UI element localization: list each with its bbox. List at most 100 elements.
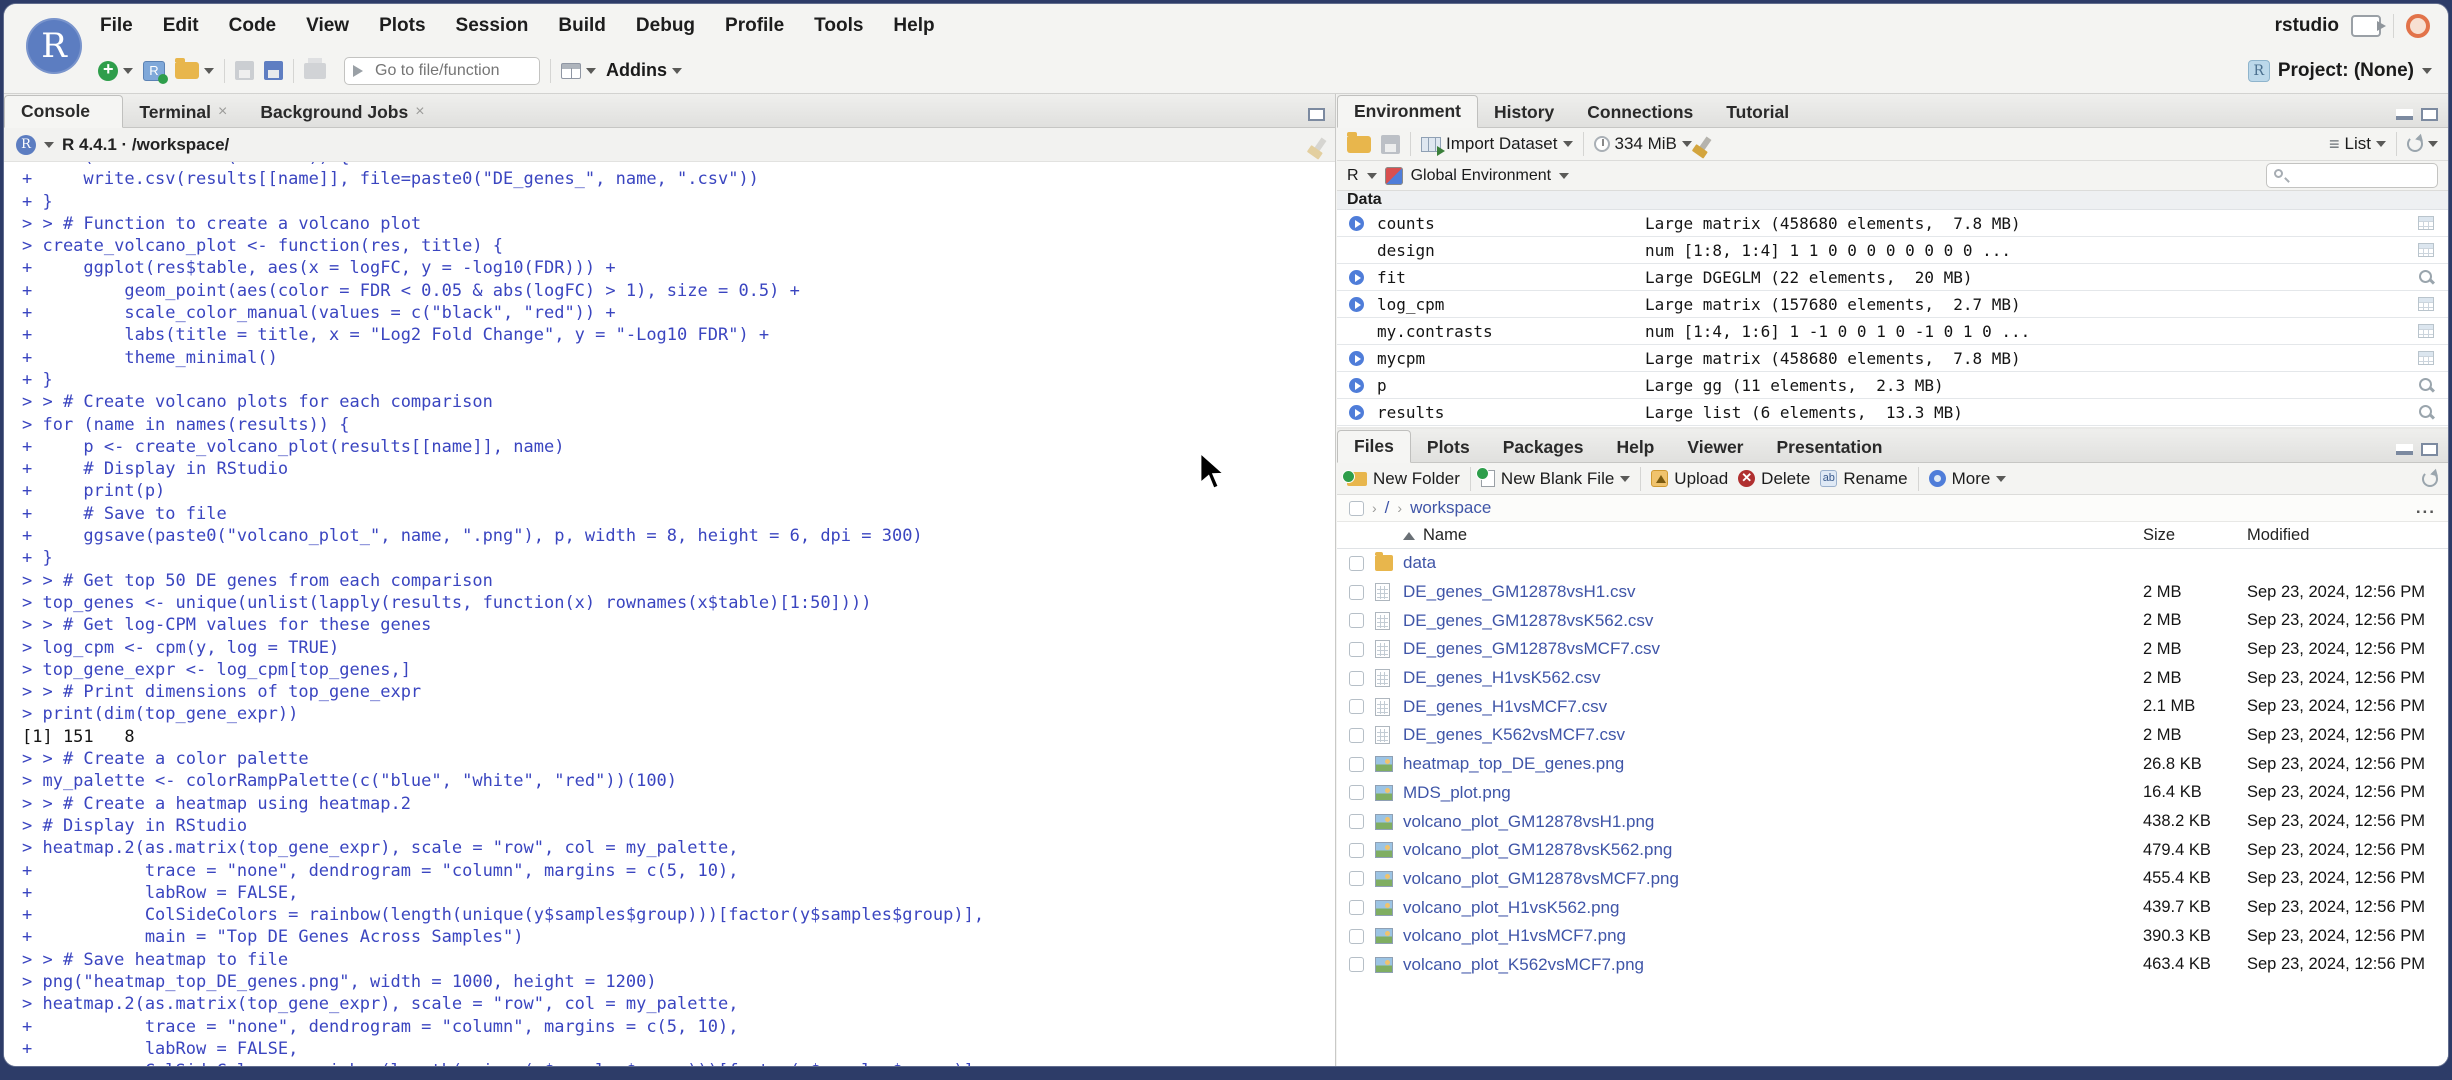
file-checkbox[interactable] [1349,900,1364,916]
chevron-down-icon[interactable] [1559,172,1570,179]
file-name-link[interactable]: volcano_plot_H1vsMCF7.png [1403,926,2143,946]
object-action-icon[interactable] [2418,351,2434,365]
new-file-button[interactable] [98,59,133,81]
console-tab[interactable]: Console × [4,95,124,128]
file-name-link[interactable]: DE_genes_GM12878vsK562.csv [1403,611,2143,631]
delete-button[interactable]: ✕ Delete [1738,469,1810,489]
expand-object-icon[interactable] [1349,296,1364,312]
environment-tab[interactable]: History [1478,97,1571,127]
load-workspace-icon[interactable] [1347,131,1371,153]
save-workspace-icon[interactable] [1381,134,1400,154]
environment-object-row[interactable]: my.contrasts num [1:4, 1:6] 1 -1 0 0 1 0… [1337,318,2448,345]
list-view-button[interactable]: ≡ List [2329,134,2386,155]
menu-item[interactable]: Help [893,15,934,37]
menu-item[interactable]: View [306,15,349,37]
project-selector[interactable]: R Project: (None) [2247,59,2432,82]
file-name-link[interactable]: MDS_plot.png [1403,783,2143,803]
object-action-icon[interactable] [2418,243,2434,257]
object-action-icon[interactable] [2418,324,2434,338]
clear-environment-icon[interactable] [1698,136,1712,152]
menu-item[interactable]: File [100,15,133,37]
file-checkbox[interactable] [1349,584,1364,600]
environment-tab[interactable]: Environment [1337,95,1478,128]
file-name-link[interactable]: data [1403,553,2143,573]
suspend-session-icon[interactable] [2406,14,2430,38]
breadcrumb-folder[interactable]: workspace [1410,498,1491,518]
file-name-link[interactable]: volcano_plot_H1vsK562.png [1403,898,2143,918]
file-checkbox[interactable] [1349,785,1364,801]
breadcrumb-root[interactable]: / [1385,498,1390,518]
refresh-environment-button[interactable] [2407,136,2438,152]
environment-object-row[interactable]: p Large gg (11 elements, 2.3 MB) [1337,372,2448,399]
expand-object-icon[interactable] [1349,404,1364,420]
file-row[interactable]: DE_genes_GM12878vsMCF7.csv 2 MB Sep 23, … [1337,635,2448,664]
file-row[interactable]: MDS_plot.png 16.4 KB Sep 23, 2024, 12:56… [1337,779,2448,808]
file-checkbox[interactable] [1349,641,1364,657]
minimize-panel-icon[interactable] [2396,109,2413,120]
signout-icon[interactable] [2351,15,2386,37]
object-action-icon[interactable] [2418,378,2434,392]
upload-button[interactable]: Upload [1651,469,1728,489]
column-size[interactable]: Size [2143,526,2247,545]
import-dataset-button[interactable]: Import Dataset [1421,134,1573,156]
file-name-link[interactable]: volcano_plot_K562vsMCF7.png [1403,955,2143,975]
object-action-icon[interactable] [2418,270,2434,284]
file-row[interactable]: volcano_plot_GM12878vsK562.png 479.4 KB … [1337,836,2448,865]
addins-button[interactable]: Addins [606,60,682,81]
console-tab[interactable]: Terminal × [123,97,244,127]
chevron-down-icon[interactable] [44,141,54,148]
more-button[interactable]: More [1928,469,2007,489]
column-modified[interactable]: Modified [2247,526,2448,545]
file-row[interactable]: volcano_plot_H1vsMCF7.png 390.3 KB Sep 2… [1337,922,2448,951]
files-tab[interactable]: Packages [1487,432,1601,462]
file-name-link[interactable]: volcano_plot_GM12878vsH1.png [1403,812,2143,832]
maximize-panel-icon[interactable] [2421,108,2438,121]
file-name-link[interactable]: volcano_plot_GM12878vsMCF7.png [1403,869,2143,889]
file-checkbox[interactable] [1349,928,1364,944]
environment-search-input[interactable] [2267,164,2437,187]
refresh-files-icon[interactable] [2422,470,2438,487]
file-row[interactable]: volcano_plot_K562vsMCF7.png 463.4 KB Sep… [1337,951,2448,980]
files-tab[interactable]: Files [1337,430,1411,463]
new-folder-button[interactable]: New Folder [1342,469,1460,489]
menu-item[interactable]: Profile [725,15,784,37]
environment-object-row[interactable]: fit Large DGEGLM (22 elements, 20 MB) [1337,264,2448,291]
file-name-link[interactable]: heatmap_top_DE_genes.png [1403,754,2143,774]
file-row[interactable]: volcano_plot_GM12878vsMCF7.png 455.4 KB … [1337,865,2448,894]
menu-item[interactable]: Build [558,15,606,37]
memory-usage-button[interactable]: 334 MiB [1593,134,1692,154]
file-checkbox[interactable] [1349,727,1364,743]
new-project-button[interactable]: R [143,60,168,84]
print-button[interactable] [304,57,326,79]
environment-tab[interactable]: Connections [1571,97,1710,127]
file-row[interactable]: DE_genes_K562vsMCF7.csv 2 MB Sep 23, 202… [1337,721,2448,750]
file-row[interactable]: data [1337,549,2448,578]
file-row[interactable]: DE_genes_GM12878vsH1.csv 2 MB Sep 23, 20… [1337,578,2448,607]
maximize-panel-icon[interactable] [1308,108,1325,121]
environment-object-row[interactable]: design num [1:8, 1:4] 1 1 0 0 0 0 0 0 0 … [1337,237,2448,264]
files-tab[interactable]: Viewer [1671,432,1760,462]
file-row[interactable]: heatmap_top_DE_genes.png 26.8 KB Sep 23,… [1337,750,2448,779]
panes-button[interactable] [561,62,596,79]
file-name-link[interactable]: DE_genes_GM12878vsMCF7.csv [1403,639,2143,659]
expand-object-icon[interactable] [1349,269,1364,285]
menu-item[interactable]: Edit [163,15,199,37]
file-checkbox[interactable] [1349,957,1364,973]
environment-object-row[interactable]: mycpm Large matrix (458680 elements, 7.8… [1337,345,2448,372]
file-row[interactable]: DE_genes_H1vsK562.csv 2 MB Sep 23, 2024,… [1337,664,2448,693]
object-action-icon[interactable] [2418,216,2434,230]
goto-file-input[interactable] [344,56,540,85]
expand-object-icon[interactable] [1349,350,1364,366]
rename-button[interactable]: ab Rename [1820,469,1908,489]
menu-item[interactable]: Code [229,15,277,37]
menu-item[interactable]: Debug [636,15,695,37]
file-row[interactable]: DE_genes_GM12878vsK562.csv 2 MB Sep 23, … [1337,606,2448,635]
file-checkbox[interactable] [1349,670,1364,686]
column-name[interactable]: Name [1403,526,2143,545]
file-name-link[interactable]: volcano_plot_GM12878vsK562.png [1403,840,2143,860]
files-tab[interactable]: Presentation [1761,432,1900,462]
menu-item[interactable]: Tools [814,15,863,37]
file-checkbox[interactable] [1349,555,1364,571]
file-name-link[interactable]: DE_genes_H1vsK562.csv [1403,668,2143,688]
new-blank-file-button[interactable]: New Blank File [1475,467,1631,489]
